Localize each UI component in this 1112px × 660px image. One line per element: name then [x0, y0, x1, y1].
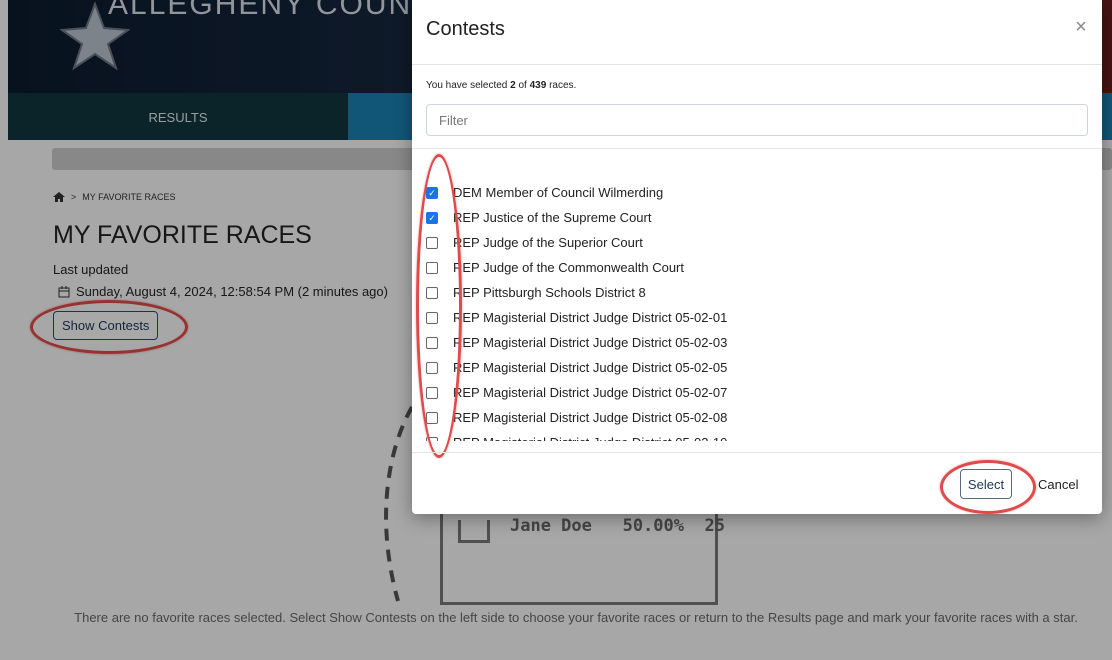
contest-list-item[interactable]: REP Justice of the Supreme Court	[426, 205, 727, 230]
contest-list-item[interactable]: REP Magisterial District Judge District …	[426, 330, 727, 355]
contest-list-item[interactable]: REP Magisterial District Judge District …	[426, 355, 727, 380]
contests-modal: Contests × You have selected 2 of 439 ra…	[412, 0, 1102, 514]
filter-input[interactable]	[426, 104, 1088, 136]
contest-label: REP Magisterial District Judge District …	[453, 360, 728, 375]
contest-list-item[interactable]: REP Magisterial District Judge District …	[426, 380, 727, 405]
contest-list-item[interactable]: REP Magisterial District Judge District …	[426, 305, 727, 330]
total-count: 439	[529, 80, 547, 91]
contest-list-item[interactable]: REP Pittsburgh Schools District 8	[426, 280, 727, 305]
contest-label: REP Magisterial District Judge District …	[453, 310, 728, 325]
modal-title: Contests	[426, 18, 505, 40]
annotation-circle-checkboxes	[416, 154, 462, 458]
modal-header: Contests ×	[412, 0, 1102, 65]
contest-label: REP Pittsburgh Schools District 8	[453, 285, 646, 300]
close-button[interactable]: ×	[1072, 16, 1090, 38]
contest-list-item[interactable]: DEM Member of Council Wilmerding	[426, 180, 727, 205]
contest-label: REP Magisterial District Judge District …	[453, 335, 728, 350]
contest-label: REP Judge of the Commonwealth Court	[453, 260, 684, 275]
contest-list: DEM Member of Council Wilmerding REP Just…	[426, 180, 727, 441]
contest-list-item[interactable]: REP Judge of the Commonwealth Court	[426, 255, 727, 280]
selected-count-text: You have selected 2 of 439 races.	[426, 80, 576, 91]
contest-list-scroll[interactable]: DEM Member of Council Wilmerding REP Just…	[412, 148, 1102, 441]
annotation-circle-select	[940, 460, 1036, 514]
contest-label: REP Judge of the Superior Court	[453, 235, 643, 250]
contest-list-item[interactable]: REP Magisterial District Judge District …	[426, 405, 727, 430]
contest-label: REP Justice of the Supreme Court	[453, 210, 652, 225]
count-prefix: You have selected	[426, 80, 511, 91]
count-mid: of	[515, 80, 530, 91]
cancel-link[interactable]: Cancel	[1038, 477, 1078, 492]
contest-label: REP Magisterial District Judge District …	[453, 435, 727, 441]
contest-label: DEM Member of Council Wilmerding	[453, 185, 664, 200]
contest-list-item[interactable]: REP Magisterial District Judge District …	[426, 430, 727, 441]
contest-label: REP Magisterial District Judge District …	[453, 410, 728, 425]
count-suffix: races.	[546, 80, 577, 91]
contest-label: REP Magisterial District Judge District …	[453, 385, 728, 400]
contest-list-item[interactable]: REP Judge of the Superior Court	[426, 230, 727, 255]
